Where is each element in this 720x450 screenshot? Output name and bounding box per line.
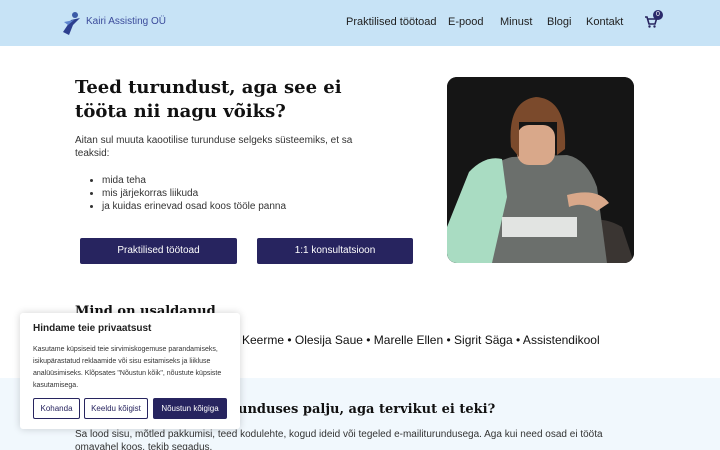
customize-button[interactable]: Kohanda xyxy=(33,398,80,419)
nav-workshops[interactable]: Praktilised töötoad xyxy=(346,16,437,28)
nav-contact[interactable]: Kontakt xyxy=(586,16,623,28)
accept-all-button[interactable]: Nõustun kõigiga xyxy=(153,398,227,419)
consultation-button[interactable]: 1:1 konsultatsioon xyxy=(257,238,413,264)
cookie-title: Hindame teie privaatsust xyxy=(33,323,152,334)
list-item: ja kuidas erinevad osad koos tööle panna xyxy=(102,200,286,213)
list-item: mida teha xyxy=(102,174,286,187)
hero-bullet-list: mida teha mis järjekorras liikuda ja kui… xyxy=(102,174,286,213)
list-item: mis järjekorras liikuda xyxy=(102,187,286,200)
nav-about[interactable]: Minust xyxy=(500,16,532,28)
reject-all-button[interactable]: Keeldu kõigist xyxy=(84,398,148,419)
section-text: Sa lood sisu, mõtled pakkumisi, teed kod… xyxy=(75,429,603,450)
hero-intro: Aitan sul muuta kaootilise turunduse sel… xyxy=(75,135,353,159)
brand-logo-icon[interactable] xyxy=(60,10,84,36)
trusted-names: Keerme • Olesija Saue • Marelle Ellen • … xyxy=(242,333,600,347)
hero-title: Teed turundust, aga see ei tööta nii nag… xyxy=(75,77,342,122)
brand-name[interactable]: Kairi Assisting OÜ xyxy=(86,16,166,27)
nav-blog[interactable]: Blogi xyxy=(547,16,571,28)
nav-eshop[interactable]: E-pood xyxy=(448,16,483,28)
workshops-button[interactable]: Praktilised töötoad xyxy=(80,238,237,264)
site-header: Kairi Assisting OÜ Praktilised töötoad E… xyxy=(0,0,720,46)
portrait-photo xyxy=(447,77,634,263)
section-title: unduses palju, aga tervikut ei teki? xyxy=(238,402,496,417)
cart-count-badge: 0 xyxy=(653,10,663,20)
cookie-text: Kasutame küpsiseid teie sirvimiskogemuse… xyxy=(33,346,222,389)
cookie-consent-dialog: Hindame teie privaatsust Kasutame küpsis… xyxy=(20,313,240,429)
